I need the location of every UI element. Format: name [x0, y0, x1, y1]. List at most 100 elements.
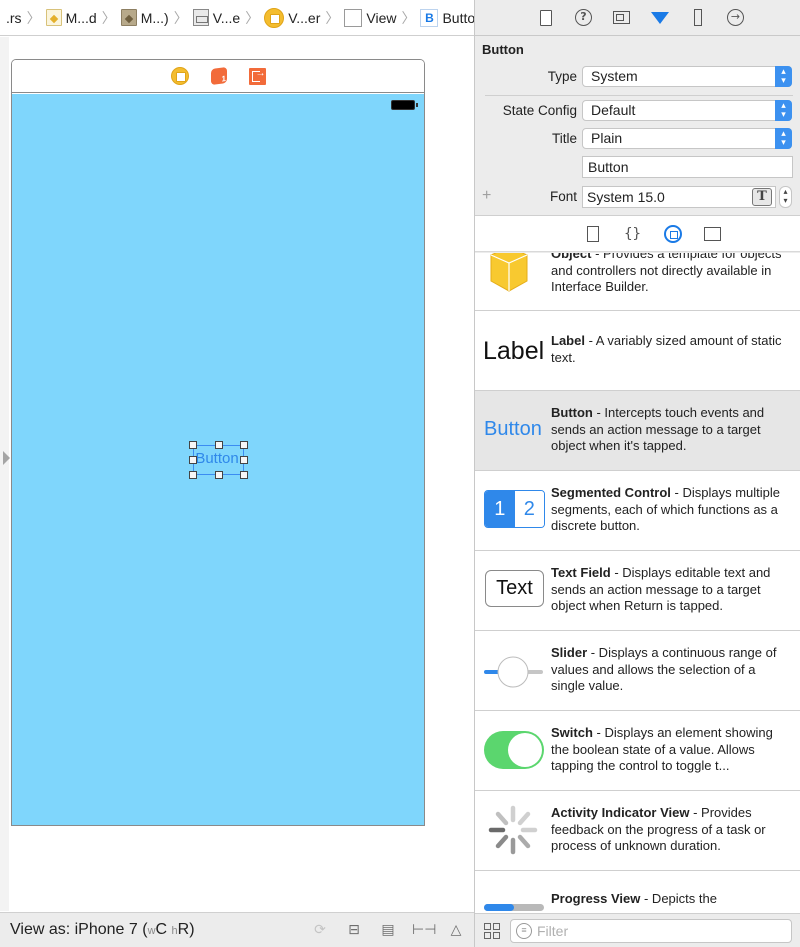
breadcrumb-item[interactable]: M...d: [44, 9, 99, 26]
breadcrumb-item[interactable]: BButton: [418, 8, 474, 27]
tab-media-library[interactable]: [704, 225, 722, 243]
tab-quick-help[interactable]: ?: [574, 8, 594, 28]
storyboard-file-icon: [45, 9, 62, 26]
state-config-value: Default: [591, 102, 636, 118]
library-item-text: Activity Indicator View - Provides feedb…: [551, 805, 791, 855]
font-picker-icon[interactable]: T: [752, 188, 772, 206]
breadcrumb-separator: 〉: [245, 9, 260, 26]
tab-attributes-inspector[interactable]: [650, 8, 670, 28]
add-variation-icon[interactable]: +: [482, 187, 491, 205]
grid-view-icon[interactable]: [484, 923, 501, 940]
button-icon: B: [420, 8, 439, 27]
pin-icon[interactable]: ⊢⊣: [412, 921, 436, 939]
resize-handle[interactable]: [189, 441, 197, 449]
first-responder-icon[interactable]: [210, 66, 227, 86]
resize-handle[interactable]: [189, 471, 197, 479]
item-name: Slider: [551, 645, 588, 660]
state-config-popup[interactable]: Default ▴ ▾: [582, 100, 792, 121]
filter-icon: ≡: [516, 923, 532, 939]
progress-view-icon: [484, 904, 544, 911]
canvas-bottom-bar: View as: iPhone 7 (wC hR) ⟳ ⊟ ▤ ⊢⊣ △: [0, 912, 474, 947]
library-tab-bar: {}: [475, 215, 800, 252]
breadcrumb-item[interactable]: V...e: [191, 9, 243, 26]
breadcrumb-separator: 〉: [173, 9, 188, 26]
library-filter-input[interactable]: ≡ Filter: [510, 919, 792, 943]
library-item-segmented-control[interactable]: 1 2 Segmented Control - Displays multipl…: [475, 471, 800, 551]
width-class-value: C: [155, 921, 168, 938]
tab-file-templates[interactable]: [584, 225, 602, 243]
arrow-circle-icon: →: [727, 9, 744, 26]
library-item-text: Object - Provides a template for objects…: [551, 253, 791, 296]
view-as-suffix: ): [189, 921, 195, 938]
breadcrumb-item[interactable]: View: [342, 8, 398, 27]
exit-icon[interactable]: [248, 67, 266, 85]
breadcrumb-separator: 〉: [325, 9, 340, 26]
resolve-issues-icon[interactable]: △: [446, 921, 466, 939]
breadcrumb-label: .rs: [6, 9, 22, 26]
resize-handle[interactable]: [215, 471, 223, 479]
align-icon[interactable]: ▤: [378, 921, 398, 939]
title-row: Title Plain ▴ ▾: [475, 128, 800, 150]
view-controller-icon: [264, 7, 285, 28]
filter-placeholder: Filter: [537, 923, 569, 939]
root-view[interactable]: Button: [12, 94, 424, 825]
library-item-object[interactable]: Object - Provides a template for objects…: [475, 253, 800, 311]
tab-code-snippets[interactable]: {}: [624, 225, 642, 243]
object-library-list[interactable]: Object - Provides a template for objects…: [475, 253, 800, 913]
resize-handle[interactable]: [240, 471, 248, 479]
view-as-button[interactable]: View as: iPhone 7 (wC hR): [10, 921, 195, 939]
identity-card-icon: [613, 11, 630, 24]
library-item-text-field[interactable]: Text Text Field - Displays editable text…: [475, 551, 800, 631]
update-frames-icon[interactable]: ⟳: [310, 921, 330, 939]
question-icon: ?: [575, 9, 592, 26]
font-field[interactable]: System 15.0 T: [582, 186, 776, 208]
resize-handle[interactable]: [240, 456, 248, 464]
item-desc: - Depicts the: [640, 891, 717, 906]
title-popup[interactable]: Plain ▴ ▾: [582, 128, 792, 149]
breadcrumb-label: M...d: [65, 9, 97, 26]
breadcrumb-item[interactable]: M...): [119, 9, 171, 26]
item-name: Activity Indicator View: [551, 805, 690, 820]
library-item-label[interactable]: Label Label - A variably sized amount of…: [475, 311, 800, 391]
type-popup[interactable]: System ▴ ▾: [582, 66, 792, 87]
popup-arrows-icon: ▴ ▾: [775, 100, 792, 121]
storyboard-base-file-icon: [120, 9, 137, 26]
tab-object-library[interactable]: [663, 224, 682, 243]
breadcrumb-label: View: [366, 9, 397, 26]
library-item-text: Button - Intercepts touch events and sen…: [551, 405, 791, 455]
state-config-row: State Config Default ▴ ▾: [475, 100, 800, 122]
resize-handle[interactable]: [215, 441, 223, 449]
resize-handle[interactable]: [240, 441, 248, 449]
section-title: Button: [482, 42, 524, 57]
divider: [485, 95, 793, 96]
activity-indicator-icon: [488, 805, 538, 855]
library-item-switch[interactable]: Switch - Displays an element showing the…: [475, 711, 800, 791]
jump-bar-breadcrumb: .rs 〉 M...d 〉 M...) 〉 V...e 〉 V...er 〉 V…: [0, 0, 474, 36]
view-controller-scene[interactable]: Button: [11, 59, 425, 826]
view-controller-icon[interactable]: [170, 67, 189, 85]
tab-size-inspector[interactable]: [688, 8, 708, 28]
library-item-activity-indicator[interactable]: Activity Indicator View - Provides feedb…: [475, 791, 800, 871]
popup-arrows-icon: ▴ ▾: [775, 66, 792, 87]
font-size-stepper[interactable]: ▴ ▾: [779, 186, 792, 208]
breadcrumb-label: V...er: [288, 9, 321, 26]
resize-handle[interactable]: [189, 456, 197, 464]
tab-identity-inspector[interactable]: [612, 8, 632, 28]
tab-connections-inspector[interactable]: →: [726, 8, 746, 28]
library-item-button[interactable]: Button Button - Intercepts touch events …: [475, 391, 800, 471]
entry-point-arrow-icon[interactable]: [3, 451, 10, 465]
library-item-text: Progress View - Depicts the: [551, 891, 791, 908]
title-value: Plain: [591, 130, 623, 146]
object-library-icon: [663, 224, 682, 243]
library-item-slider[interactable]: Slider - Displays a continuous range of …: [475, 631, 800, 711]
breadcrumb-item[interactable]: .rs: [4, 10, 24, 26]
breadcrumb-item[interactable]: V...er: [262, 7, 322, 28]
breadcrumb-separator: 〉: [26, 9, 41, 26]
tab-file-inspector[interactable]: [536, 8, 556, 28]
width-class-prefix: w: [147, 925, 156, 937]
embed-in-stack-icon[interactable]: ⊟: [344, 921, 364, 939]
slider-preview-icon: [484, 656, 543, 688]
title-text-field[interactable]: Button: [582, 156, 793, 178]
library-item-progress-view[interactable]: Progress View - Depicts the: [475, 871, 800, 913]
segment-1: 1: [485, 491, 515, 527]
